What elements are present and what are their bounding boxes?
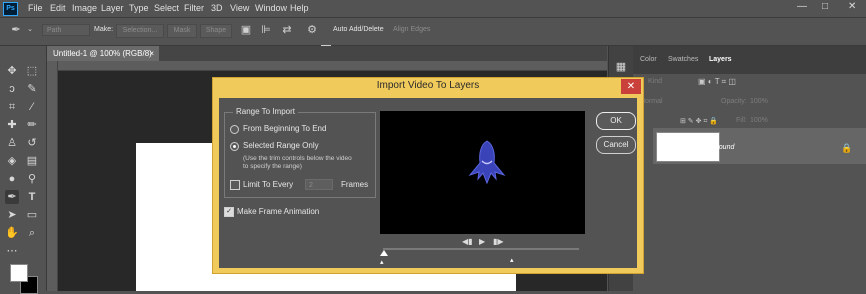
history-panel-icon[interactable]: ▦ bbox=[614, 60, 628, 74]
path-mode-select[interactable]: Path bbox=[42, 24, 90, 36]
healing-brush-icon[interactable]: ✚ bbox=[5, 118, 19, 132]
type-tool-icon[interactable]: T bbox=[25, 190, 39, 204]
marquee-tool-icon[interactable]: ⬚ bbox=[25, 64, 39, 78]
selection-button[interactable]: Selection... bbox=[116, 24, 164, 38]
more-tools-icon[interactable]: ⋯ bbox=[5, 244, 19, 258]
video-preview bbox=[380, 111, 585, 234]
mask-button[interactable]: Mask bbox=[167, 24, 197, 38]
tab-layers[interactable]: Layers bbox=[709, 56, 732, 63]
path-arrangement-icon[interactable]: ⇄ bbox=[281, 24, 293, 36]
eyedropper-tool-icon[interactable]: ⁄ bbox=[25, 100, 39, 114]
eraser-tool-icon[interactable]: ◈ bbox=[5, 154, 19, 168]
pen-tool-icon[interactable]: ✒ bbox=[10, 24, 22, 36]
zoom-tool-icon[interactable]: ⌕ bbox=[25, 226, 39, 240]
history-brush-icon[interactable]: ↺ bbox=[25, 136, 39, 150]
document-tab-title: Untitled-1 @ 100% (RGB/8) bbox=[53, 49, 152, 58]
menu-window[interactable]: Window bbox=[255, 3, 287, 13]
limit-checkbox[interactable] bbox=[230, 180, 240, 190]
tools-panel: ✥ ⬚ ↄ ✎ ⌗ ⁄ ✚ ✏ ♙ ↺ ◈ ▤ ● ⚲ ✒ T ➤ ▭ ✋ ⌕ … bbox=[0, 46, 47, 294]
play-icon[interactable]: ▶ bbox=[479, 237, 485, 246]
path-alignment-icon[interactable]: ⊫ bbox=[260, 24, 272, 36]
dialog-close-button[interactable]: ✕ bbox=[621, 79, 641, 94]
next-frame-icon[interactable]: ▮▶ bbox=[493, 237, 504, 246]
chevron-down-icon[interactable]: ⌄ bbox=[24, 24, 36, 36]
minimize-icon[interactable]: — bbox=[797, 1, 807, 12]
path-select-icon[interactable]: ➤ bbox=[5, 208, 19, 222]
menu-view[interactable]: View bbox=[230, 3, 249, 13]
menu-select[interactable]: Select bbox=[154, 3, 179, 13]
move-tool-icon[interactable]: ✥ bbox=[5, 64, 19, 78]
photoshop-logo: Ps bbox=[3, 2, 18, 16]
frame-animation-checkbox[interactable]: ✓ bbox=[224, 207, 234, 217]
foreground-color-swatch[interactable] bbox=[10, 264, 28, 282]
menu-3d[interactable]: 3D bbox=[211, 3, 223, 13]
fill-label: Fill: bbox=[736, 117, 747, 124]
clone-stamp-icon[interactable]: ♙ bbox=[5, 136, 19, 150]
frames-label: Frames bbox=[341, 180, 369, 189]
menu-type[interactable]: Type bbox=[129, 3, 149, 13]
trim-timeline[interactable] bbox=[383, 248, 579, 250]
opacity-label: Opacity: bbox=[721, 98, 747, 105]
make-label: Make: bbox=[94, 26, 114, 33]
gear-icon[interactable]: ⚙ bbox=[306, 24, 318, 36]
close-window-icon[interactable]: ✕ bbox=[848, 1, 856, 12]
dodge-tool-icon[interactable]: ⚲ bbox=[25, 172, 39, 186]
rectangle-tool-icon[interactable]: ▭ bbox=[25, 208, 39, 222]
opacity-value[interactable]: 100% bbox=[750, 98, 768, 105]
menu-edit[interactable]: Edit bbox=[50, 3, 66, 13]
document-tab[interactable]: Untitled-1 @ 100% (RGB/8) × bbox=[47, 46, 159, 61]
playhead-marker[interactable] bbox=[380, 250, 388, 256]
panel-tab-bar: Color Swatches Layers bbox=[633, 46, 866, 74]
layers-panel bbox=[633, 46, 866, 291]
shark-video-frame bbox=[468, 140, 506, 185]
lock-icon[interactable]: 🔒 bbox=[841, 143, 852, 154]
path-operations-icon[interactable]: ▣ bbox=[240, 24, 252, 36]
layer-filter-icons[interactable]: ▣ ◐ T ⌗ ◫ bbox=[698, 77, 736, 87]
gradient-tool-icon[interactable]: ▤ bbox=[25, 154, 39, 168]
maximize-icon[interactable]: □ bbox=[822, 1, 828, 12]
trim-start-handle[interactable]: ▴ bbox=[380, 258, 384, 266]
menu-filter[interactable]: Filter bbox=[184, 3, 204, 13]
layer-name[interactable]: Background bbox=[697, 144, 734, 151]
align-edges-label: Align Edges bbox=[393, 26, 431, 33]
quick-select-tool-icon[interactable]: ✎ bbox=[25, 82, 39, 96]
brush-tool-icon[interactable]: ✏ bbox=[25, 118, 39, 132]
option-selected-label[interactable]: Selected Range Only bbox=[243, 141, 319, 150]
tab-swatches[interactable]: Swatches bbox=[668, 56, 698, 63]
lock-options-icons[interactable]: ⊞ ✎ ✥ ⌗ 🔒 bbox=[680, 117, 718, 126]
dialog-title: Import Video To Layers bbox=[376, 80, 480, 91]
option-all-label[interactable]: From Beginning To End bbox=[243, 124, 326, 133]
menu-bar: Ps File Edit Image Layer Type Select Fil… bbox=[0, 0, 866, 18]
crop-tool-icon[interactable]: ⌗ bbox=[5, 100, 19, 114]
menu-help[interactable]: Help bbox=[290, 3, 309, 13]
trim-end-handle[interactable]: ▴ bbox=[510, 256, 514, 264]
tab-color[interactable]: Color bbox=[640, 56, 657, 63]
close-tab-icon[interactable]: × bbox=[149, 46, 154, 61]
menu-image[interactable]: Image bbox=[72, 3, 97, 13]
radio-selected-range[interactable] bbox=[230, 142, 239, 151]
pen-tool-icon[interactable]: ✒ bbox=[5, 190, 19, 204]
menu-file[interactable]: File bbox=[28, 3, 43, 13]
auto-add-delete-label: Auto Add/Delete bbox=[333, 26, 384, 33]
cancel-button[interactable]: Cancel bbox=[596, 136, 636, 154]
range-group-label: Range To Import bbox=[233, 107, 298, 116]
frames-limit-input[interactable]: 2 bbox=[305, 179, 333, 190]
ok-button[interactable]: OK bbox=[596, 112, 636, 130]
lasso-tool-icon[interactable]: ↄ bbox=[5, 82, 19, 96]
vertical-ruler[interactable] bbox=[47, 61, 58, 291]
previous-frame-icon[interactable]: ◀▮ bbox=[462, 237, 473, 246]
shape-button[interactable]: Shape bbox=[200, 24, 232, 38]
blur-tool-icon[interactable]: ● bbox=[5, 172, 19, 186]
radio-all-frames[interactable] bbox=[230, 125, 239, 134]
hand-tool-icon[interactable]: ✋ bbox=[5, 226, 19, 240]
playback-controls: ◀▮ ▶ ▮▶ bbox=[457, 237, 507, 247]
fill-value[interactable]: 100% bbox=[750, 117, 768, 124]
selected-range-note: (Use the trim controls below the video t… bbox=[243, 155, 352, 170]
options-bar: ✒ ⌄ Path Make: Selection... Mask Shape ▣… bbox=[0, 18, 866, 55]
filter-kind-label[interactable]: Kind bbox=[648, 78, 662, 85]
limit-label[interactable]: Limit To Every bbox=[243, 180, 293, 189]
frame-animation-label[interactable]: Make Frame Animation bbox=[237, 207, 319, 216]
menu-layer[interactable]: Layer bbox=[101, 3, 124, 13]
horizontal-ruler[interactable] bbox=[57, 61, 607, 71]
